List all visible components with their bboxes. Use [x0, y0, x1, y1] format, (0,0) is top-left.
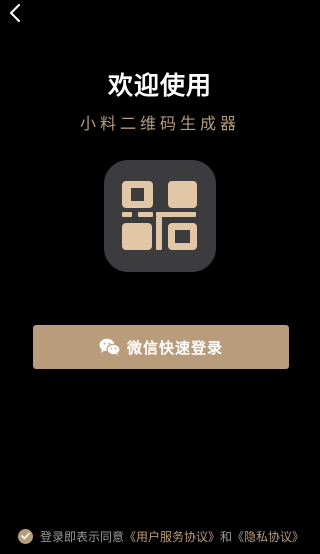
user-agreement-link[interactable]: 《用户服务协议》 — [124, 528, 220, 545]
wechat-login-button[interactable]: 微信快速登录 — [33, 325, 289, 369]
back-button[interactable] — [4, 4, 26, 26]
wechat-icon — [99, 338, 121, 356]
checkmark-icon — [21, 532, 30, 540]
agreement-checkbox[interactable] — [18, 528, 33, 544]
app-logo — [104, 160, 216, 272]
privacy-agreement-link[interactable]: 《隐私协议》 — [232, 528, 304, 545]
agreement-row: 登录即表示同意 《用户服务协议》 和 《隐私协议》 — [18, 527, 304, 545]
agreement-conjunction: 和 — [220, 529, 233, 544]
agreement-prefix: 登录即表示同意 — [40, 529, 125, 544]
welcome-title: 欢迎使用 — [107, 71, 212, 100]
app-name-subtitle: 小料二维码生成器 — [79, 114, 240, 133]
chevron-left-icon — [9, 4, 21, 26]
login-button-label: 微信快速登录 — [126, 338, 223, 357]
qr-code-app-icon — [122, 181, 197, 250]
